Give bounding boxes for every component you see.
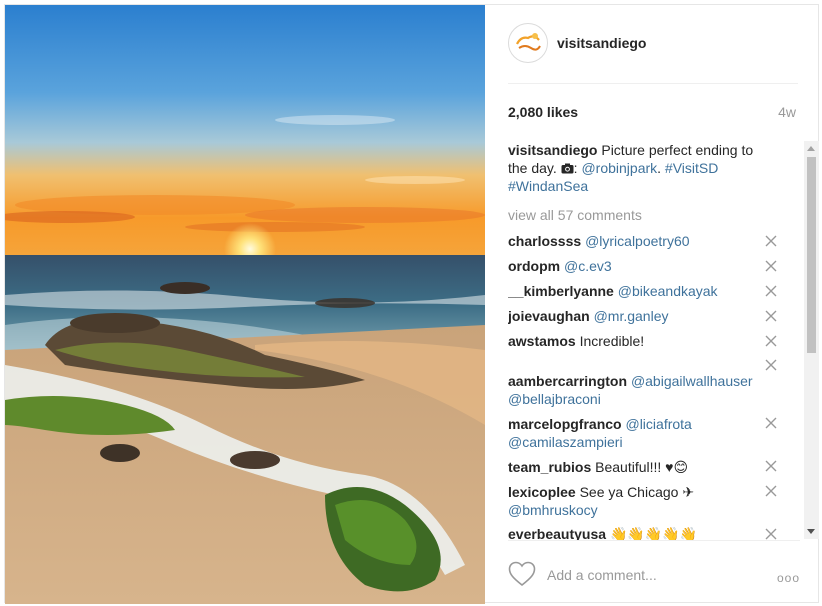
comments-scrollbar[interactable] — [804, 141, 819, 539]
comment-username[interactable]: ordopm — [508, 258, 560, 274]
comment-mention[interactable]: @camilaszampieri — [508, 434, 623, 450]
avatar-logo — [510, 25, 546, 61]
heart-icon[interactable] — [508, 561, 536, 587]
post-header: visitsandiego — [508, 23, 798, 84]
post-sidebar: visitsandiego 2,080 likes 4w visitsandie… — [486, 5, 819, 604]
comment-text: 👋👋👋👋👋 — [609, 526, 698, 540]
comment-username[interactable]: charlossss — [508, 233, 581, 249]
close-icon[interactable] — [764, 309, 778, 323]
comment-text: Beautiful!!! ♥😊 — [595, 459, 689, 475]
comment-item: everbeautyusa 👋👋👋👋👋 — [508, 525, 773, 540]
comment-mention[interactable]: @mr.ganley — [594, 308, 669, 324]
post-photo[interactable] — [5, 5, 485, 604]
post-age[interactable]: 4w — [778, 104, 796, 120]
comment-text: See ya Chicago ✈ — [579, 484, 695, 500]
likes-count[interactable]: 2,080 likes — [508, 104, 578, 120]
more-options-icon[interactable]: ooo — [777, 571, 800, 585]
comment-mention[interactable]: @liciafrota — [625, 416, 691, 432]
comment-item: team_rubios Beautiful!!! ♥😊 — [508, 458, 773, 476]
comment-mention[interactable]: @c.ev3 — [564, 258, 612, 274]
scrollbar-thumb[interactable] — [807, 157, 816, 353]
comment-username[interactable]: joievaughan — [508, 308, 590, 324]
comment-text: Incredible! — [579, 333, 645, 349]
comment-item: marcelopgfranco @liciafrota @camilaszamp… — [508, 415, 773, 451]
comment-item: aambercarrington @abigailwallhauser @bel… — [508, 372, 773, 408]
scroll-down-arrow-icon[interactable] — [807, 529, 815, 534]
comment-item: joievaughan @mr.ganley — [508, 307, 773, 325]
close-icon[interactable] — [764, 484, 778, 498]
comment-mention[interactable]: @abigailwallhauser — [631, 373, 753, 389]
post-footer: Add a comment... ooo — [508, 540, 800, 605]
comment-item: awstamos Incredible! — [508, 332, 773, 350]
caption-mention[interactable]: @robinjpark — [581, 160, 657, 176]
post-card: visitsandiego 2,080 likes 4w visitsandie… — [4, 4, 819, 604]
post-caption: visitsandiego Picture perfect ending to … — [508, 141, 773, 195]
avatar[interactable] — [508, 23, 548, 63]
caption-hashtag-visitsd[interactable]: #VisitSD — [665, 160, 718, 176]
comment-mention[interactable]: @lyricalpoetry60 — [585, 233, 689, 249]
comments-feed: visitsandiego Picture perfect ending to … — [508, 141, 803, 540]
camera-icon — [561, 160, 574, 176]
comment-item: __kimberlyanne @bikeandkayak — [508, 282, 773, 300]
sunset-beach-image — [5, 5, 485, 604]
caption-hashtag-windansea[interactable]: #WindanSea — [508, 178, 588, 194]
close-icon[interactable] — [764, 416, 778, 430]
comment-username[interactable]: aambercarrington — [508, 373, 627, 389]
close-icon[interactable] — [764, 459, 778, 473]
view-all-comments-link[interactable]: view all 57 comments — [508, 207, 642, 223]
comment-item: lexicoplee See ya Chicago ✈ @bmhruskocy — [508, 483, 773, 519]
close-icon[interactable] — [764, 234, 778, 248]
comment-username[interactable]: everbeautyusa — [508, 526, 606, 540]
comment-item: ordopm @c.ev3 — [508, 257, 773, 275]
close-icon[interactable] — [764, 527, 778, 540]
comment-username[interactable]: lexicoplee — [508, 484, 576, 500]
post-username[interactable]: visitsandiego — [557, 35, 646, 51]
comment-username[interactable]: awstamos — [508, 333, 576, 349]
comment-username[interactable]: __kimberlyanne — [508, 283, 614, 299]
comment-mention[interactable]: @bmhruskocy — [508, 502, 598, 518]
comment-item: charlossss @lyricalpoetry60 — [508, 232, 773, 250]
close-icon[interactable] — [764, 284, 778, 298]
close-icon[interactable] — [764, 259, 778, 273]
comment-mention[interactable]: @bikeandkayak — [618, 283, 718, 299]
scroll-up-arrow-icon[interactable] — [807, 146, 815, 151]
comment-username[interactable]: team_rubios — [508, 459, 591, 475]
close-icon[interactable] — [764, 334, 778, 348]
caption-username[interactable]: visitsandiego — [508, 142, 597, 158]
add-comment-input[interactable]: Add a comment... — [547, 567, 657, 583]
caption-dot: . — [657, 160, 665, 176]
close-icon[interactable] — [764, 358, 778, 372]
comment-username[interactable]: marcelopgfranco — [508, 416, 622, 432]
comment-mention[interactable]: @bellajbraconi — [508, 391, 601, 407]
